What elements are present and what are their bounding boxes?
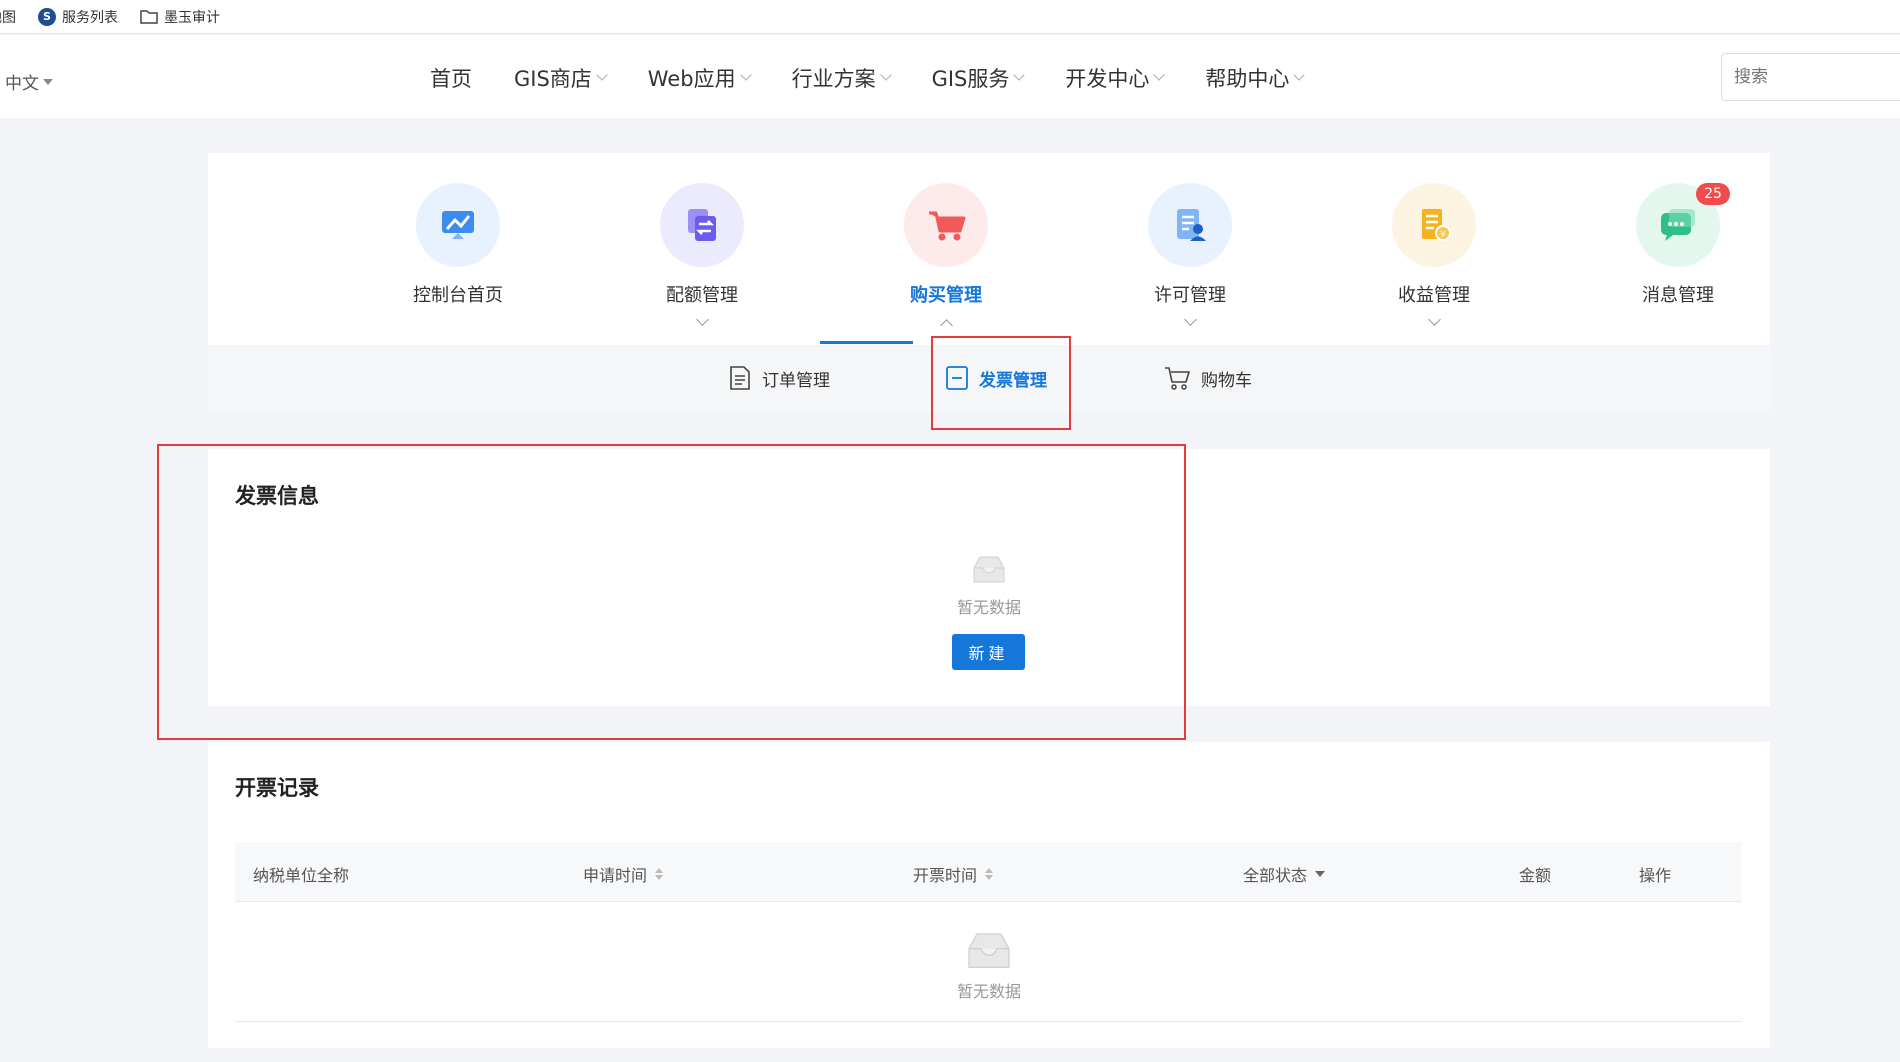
nav-label: 开发中心 [1065, 67, 1150, 91]
column-label: 开票时间 [913, 866, 978, 885]
highlight-box-invoice-info [157, 444, 1186, 740]
chevron-down-icon [695, 313, 709, 326]
chevron-down-icon [1013, 69, 1026, 81]
module-label: 消息管理 [1642, 285, 1714, 306]
module-license[interactable]: 许可管理 [1110, 183, 1270, 326]
nav-gis-store[interactable]: GIS商店 [514, 63, 608, 93]
module-label: 收益管理 [1398, 285, 1470, 306]
license-icon [1148, 183, 1232, 267]
folder-icon [140, 10, 158, 24]
chevron-down-icon [739, 69, 752, 81]
dashboard-icon [416, 183, 500, 267]
caret-down-icon [1315, 871, 1326, 877]
console-modules: 控制台首页 配额管理 购买管理 许可管理 ¥ 收益管理 25 消息管理 [208, 153, 1770, 345]
sort-icon[interactable] [655, 868, 664, 880]
nav-home[interactable]: 首页 [430, 63, 472, 93]
chevron-down-icon [879, 69, 892, 81]
empty-inbox-icon [968, 933, 1010, 968]
column-label: 全部状态 [1243, 866, 1308, 885]
order-icon [730, 366, 750, 390]
message-icon: 25 [1636, 183, 1730, 267]
quota-icon [660, 183, 744, 267]
table-bottom-border [235, 1021, 1742, 1022]
column-label: 金额 [1519, 866, 1552, 885]
bookmark-label: 服务列表 [62, 9, 118, 26]
module-messages[interactable]: 25 消息管理 [1598, 183, 1758, 307]
caret-down-icon [43, 78, 53, 85]
tab-shopping-cart[interactable]: 购物车 [1163, 365, 1252, 391]
nav-help-center[interactable]: 帮助中心 [1205, 63, 1306, 93]
bookmark-label: 墨玉审计 [164, 9, 220, 26]
module-label: 配额管理 [666, 285, 738, 306]
column-taxpayer-name: 纳税单位全称 [253, 862, 349, 886]
svg-text:¥: ¥ [1440, 230, 1446, 240]
nav-label: GIS商店 [514, 67, 592, 91]
logo-icon: S [38, 7, 56, 26]
records-table-header: 纳税单位全称 申请时间 开票时间 全部状态 金额 操作 [235, 842, 1742, 902]
nav-dev-center[interactable]: 开发中心 [1065, 63, 1166, 93]
chevron-down-icon [1153, 69, 1166, 81]
column-actions: 操作 [1639, 862, 1671, 886]
sort-icon[interactable] [985, 868, 994, 880]
column-label: 纳税单位全称 [253, 866, 350, 885]
column-apply-time[interactable]: 申请时间 [583, 862, 664, 886]
module-label: 许可管理 [1154, 285, 1226, 306]
nav-label: 帮助中心 [1205, 67, 1290, 91]
module-label: 控制台首页 [413, 285, 503, 306]
column-label: 申请时间 [583, 866, 648, 885]
chevron-down-icon [1427, 313, 1441, 326]
nav-label: Web应用 [647, 67, 736, 91]
tab-label: 订单管理 [762, 370, 830, 391]
cart-outline-icon [1165, 367, 1190, 390]
nav-label: GIS服务 [931, 67, 1010, 91]
module-revenue[interactable]: ¥ 收益管理 [1354, 183, 1514, 326]
chevron-down-icon [1293, 69, 1306, 81]
chevron-down-icon [596, 69, 608, 81]
search-input[interactable] [1721, 53, 1900, 101]
bookmark-service-list[interactable]: S 服务列表 [38, 7, 118, 27]
nav-industry[interactable]: 行业方案 [791, 63, 892, 93]
tab-label: 购物车 [1201, 370, 1252, 391]
bookmark-map[interactable]: 地图 [0, 7, 16, 27]
bookmark-label: 地图 [0, 9, 16, 26]
active-module-indicator [820, 341, 913, 344]
column-status-filter[interactable]: 全部状态 [1243, 862, 1326, 886]
module-quota[interactable]: 配额管理 [622, 183, 782, 326]
column-amount: 金额 [1519, 862, 1551, 886]
language-label: 中文 [5, 74, 39, 94]
language-selector[interactable]: 中文 [5, 69, 53, 94]
column-label: 操作 [1639, 866, 1672, 885]
records-empty: 暂无数据 [929, 930, 1049, 1002]
chevron-up-icon [939, 319, 953, 332]
invoice-records-title: 开票记录 [235, 776, 319, 800]
highlight-box-invoice-tab [931, 336, 1071, 430]
column-issue-time[interactable]: 开票时间 [913, 862, 994, 886]
main-nav: 首页 GIS商店 Web应用 行业方案 GIS服务 开发中心 帮助中心 [430, 63, 1345, 93]
message-count-badge: 25 [1696, 183, 1730, 205]
tab-order-management[interactable]: 订单管理 [728, 365, 830, 391]
bookmark-audit[interactable]: 墨玉审计 [140, 7, 220, 27]
nav-label: 首页 [430, 67, 472, 91]
module-purchase[interactable]: 购买管理 [866, 183, 1026, 332]
bookmarks-bar: 地图 S 服务列表 墨玉审计 [0, 0, 1900, 34]
nav-label: 行业方案 [791, 67, 876, 91]
revenue-icon: ¥ [1392, 183, 1476, 267]
cart-icon [904, 183, 988, 267]
top-navigation: 中文 首页 GIS商店 Web应用 行业方案 GIS服务 开发中心 帮助中心 [0, 35, 1900, 118]
nav-web-apps[interactable]: Web应用 [647, 63, 752, 93]
module-console-home[interactable]: 控制台首页 [378, 183, 538, 307]
nav-gis-services[interactable]: GIS服务 [931, 63, 1026, 93]
empty-text: 暂无数据 [956, 982, 1021, 1001]
module-label: 购买管理 [910, 285, 982, 306]
chevron-down-icon [1183, 313, 1197, 326]
